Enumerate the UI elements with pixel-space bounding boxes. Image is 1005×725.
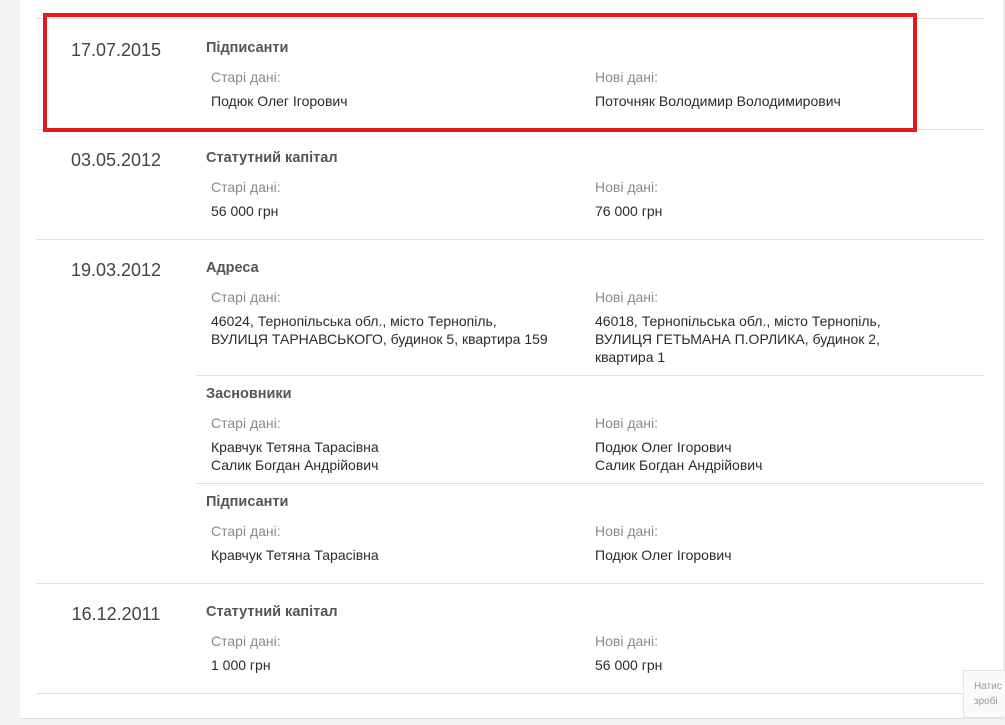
old-data-value: Кравчук Тетяна Тарасівна [211,547,379,563]
field-name: Засновники [206,386,292,402]
old-data-label: Старі дані: [211,179,281,195]
row-divider [36,583,984,584]
old-data-value: 46024, Тернопільська обл., місто Тернопі… [211,313,548,347]
field-name: Підписанти [206,494,289,510]
row-divider [36,129,984,130]
old-data-label: Старі дані: [211,69,281,85]
new-data-value: 46018, Тернопільська обл., місто Тернопі… [595,313,881,365]
entry-date: 03.05.2012 [70,150,162,170]
change-divider [196,375,984,376]
row-divider [36,239,984,240]
hint-popup[interactable]: Натис зробі [963,670,1005,718]
old-data-value: 56 000 грн [211,203,279,219]
field-name: Адреса [206,260,259,276]
entry-date: 17.07.2015 [70,40,162,60]
old-data-label: Старі дані: [211,415,281,431]
new-data-label: Нові дані: [595,415,659,431]
field-name: Підписанти [206,40,289,56]
new-data-value: Подюк Олег Ігорович Салик Богдан Андрійо… [595,439,763,473]
hint-text-line: зробі [974,696,998,707]
old-data-value: 1 000 грн [211,657,271,673]
row-divider [36,18,984,19]
field-name: Статутний капітал [206,604,338,620]
new-data-value: 56 000 грн [595,657,663,673]
history-card: 17.07.2015 Підписанти Старі дані: Нові д… [20,0,1004,719]
hint-text-line: Натис [974,681,1002,692]
new-data-label: Нові дані: [595,523,659,539]
change-divider [196,483,984,484]
old-data-value: Подюк Олег Ігорович [211,93,348,109]
row-divider [36,693,984,694]
old-data-label: Старі дані: [211,289,281,305]
new-data-label: Нові дані: [595,179,659,195]
old-data-label: Старі дані: [211,633,281,649]
field-name: Статутний капітал [206,150,338,166]
new-data-value: 76 000 грн [595,203,663,219]
entry-date: 16.12.2011 [71,604,161,624]
old-data-value: Кравчук Тетяна Тарасівна Салик Богдан Ан… [211,439,379,473]
new-data-label: Нові дані: [595,69,659,85]
old-data-label: Старі дані: [211,523,281,539]
new-data-value: Поточняк Володимир Володимирович [595,93,841,109]
entry-date: 19.03.2012 [70,260,162,280]
new-data-label: Нові дані: [595,289,659,305]
new-data-label: Нові дані: [595,633,659,649]
new-data-value: Подюк Олег Ігорович [595,547,732,563]
